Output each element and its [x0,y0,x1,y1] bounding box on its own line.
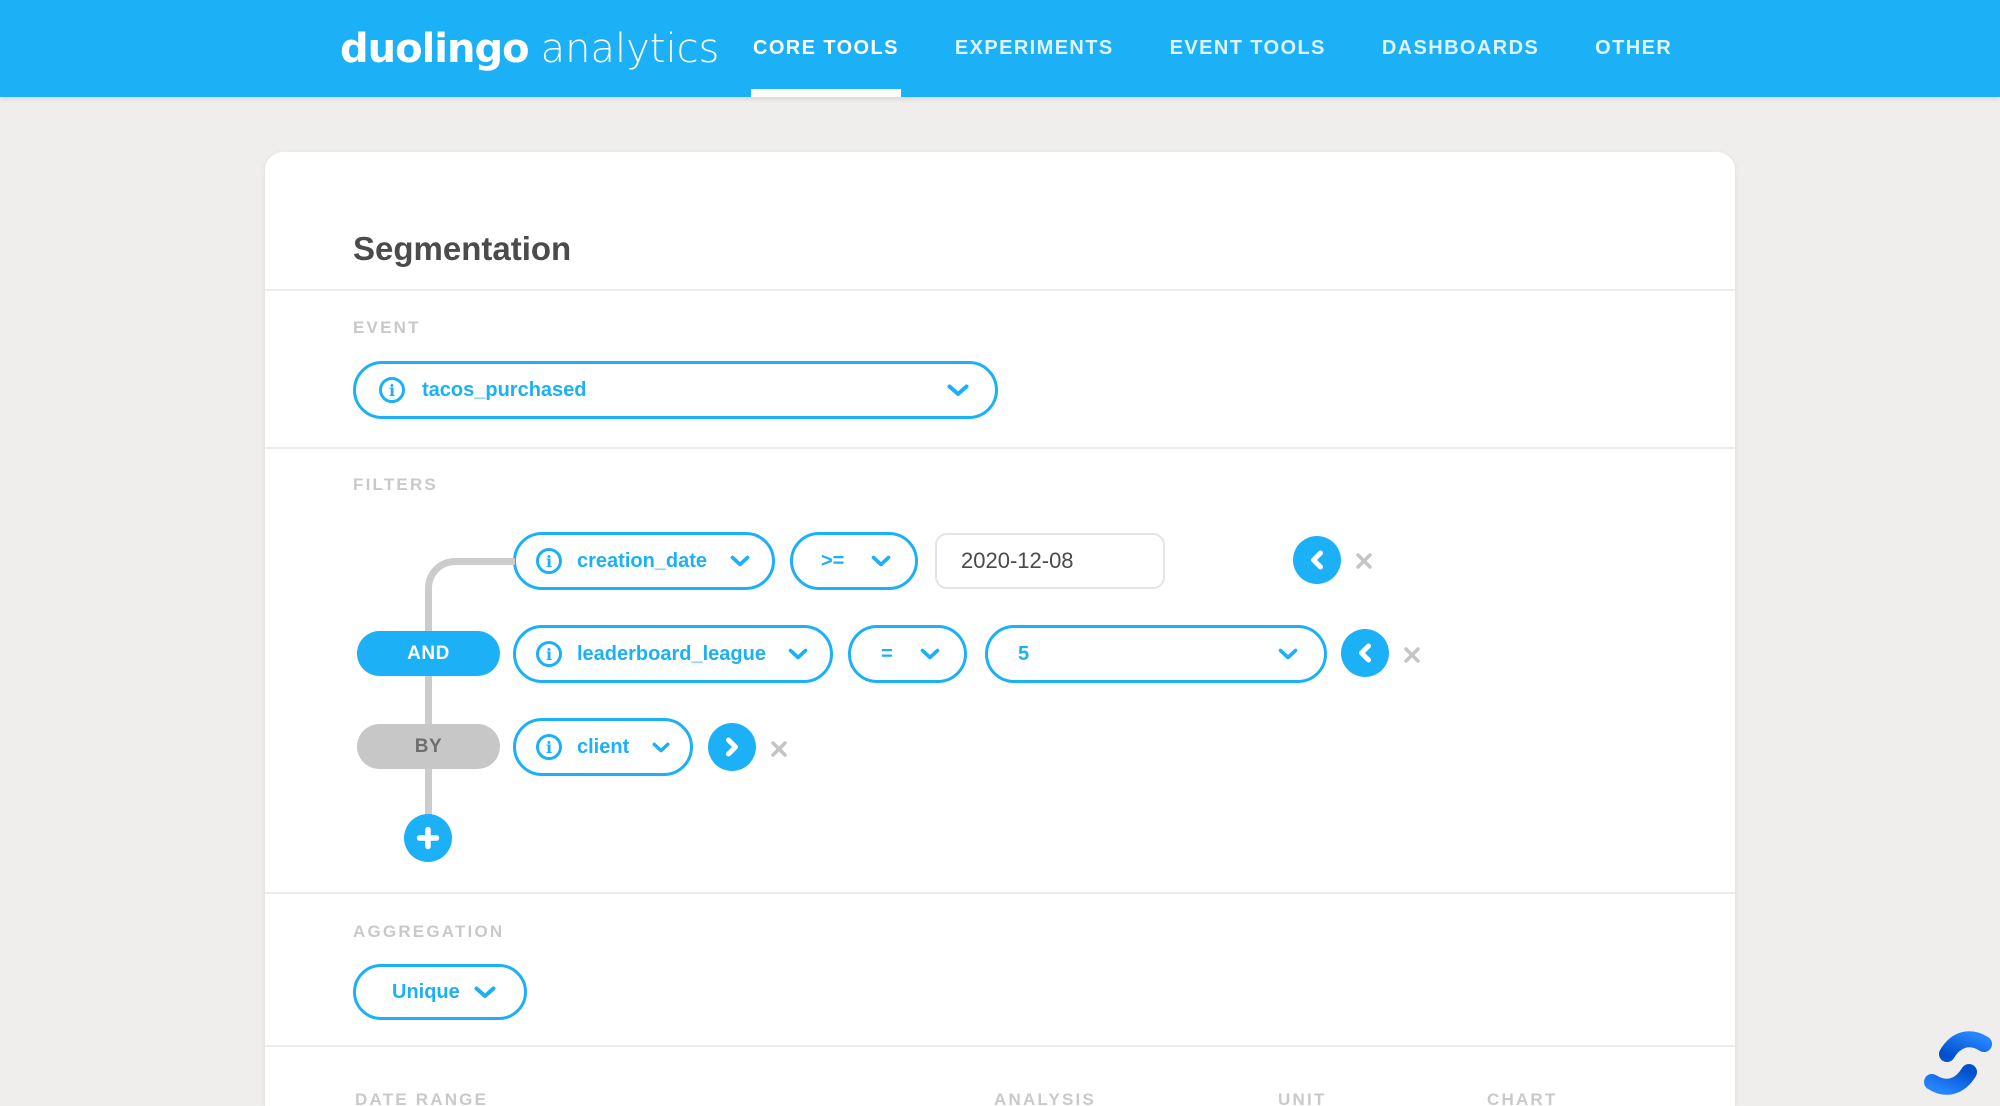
event-section-label: EVENT [353,318,421,338]
remove-filter-button[interactable] [769,739,789,759]
remove-filter-button[interactable] [1354,551,1374,571]
collapse-filter-button[interactable] [1341,629,1389,677]
chevron-left-icon [1355,641,1375,665]
add-filter-button[interactable] [404,814,452,862]
chevron-right-icon [722,735,742,759]
filter-operator-select[interactable]: >= [790,532,918,590]
date-range-section-label: DATE RANGE [355,1090,488,1106]
filter-tree-connector [425,558,515,841]
duolingo-analytics-logo[interactable]: duolingo analytics [340,0,719,97]
nav-other[interactable]: OTHER [1595,0,1672,97]
page-title: Segmentation [353,230,571,268]
filter-date-input[interactable] [935,533,1165,589]
confluence-logo [1922,1030,1994,1102]
divider [265,892,1735,894]
close-icon [1354,551,1374,571]
brand-bold: duolingo [340,26,529,72]
divider [265,1045,1735,1047]
analysis-section-label: ANALYSIS [994,1090,1096,1106]
filter-value-select[interactable]: 5 [985,625,1327,683]
aggregation-select[interactable]: Unique [353,964,527,1020]
segmentation-page: duolingo analytics CORE TOOLS EXPERIMENT… [0,0,2000,1106]
unit-section-label: UNIT [1278,1090,1326,1106]
filter-field-select[interactable]: i leaderboard_league [513,625,833,683]
chevron-left-icon [1307,548,1327,572]
info-icon[interactable]: i [536,734,562,760]
info-icon[interactable]: i [379,377,405,403]
remove-filter-button[interactable] [1402,645,1422,665]
info-icon[interactable]: i [536,548,562,574]
filter-field-select[interactable]: i client [513,718,693,776]
close-icon [1402,645,1422,665]
chevron-down-icon [871,555,891,567]
info-icon[interactable]: i [536,641,562,667]
event-select-value: tacos_purchased [422,379,587,402]
plus-icon [416,826,440,850]
brand-light: analytics [541,26,720,72]
filters-section-label: FILTERS [353,475,438,495]
nav-event-tools[interactable]: EVENT TOOLS [1170,0,1326,97]
expand-filter-button[interactable] [708,723,756,771]
nav-experiments[interactable]: EXPERIMENTS [955,0,1114,97]
filter-connector-and[interactable]: AND [357,631,500,676]
chevron-down-icon [652,742,670,753]
event-select[interactable]: i tacos_purchased [353,361,998,419]
aggregation-section-label: AGGREGATION [353,922,504,942]
chevron-down-icon [474,986,496,999]
chevron-down-icon [1278,648,1298,660]
filter-value: 5 [1018,643,1029,666]
chevron-down-icon [920,648,940,660]
divider [265,447,1735,449]
filter-connector-by[interactable]: BY [357,724,500,769]
nav-dashboards[interactable]: DASHBOARDS [1382,0,1539,97]
close-icon [769,739,789,759]
filter-field-select[interactable]: i creation_date [513,532,775,590]
main-nav: CORE TOOLS EXPERIMENTS EVENT TOOLS DASHB… [753,0,1672,97]
nav-core-tools[interactable]: CORE TOOLS [753,0,899,97]
app-header: duolingo analytics CORE TOOLS EXPERIMENT… [0,0,2000,97]
aggregation-value: Unique [392,981,460,1004]
filter-operator-select[interactable]: = [848,625,967,683]
filter-field-value: client [577,736,629,759]
divider [265,289,1735,291]
filter-operator-value: >= [821,550,844,573]
filter-field-value: creation_date [577,550,707,573]
filter-field-value: leaderboard_league [577,643,766,666]
chevron-down-icon [788,648,808,660]
chevron-down-icon [730,555,750,567]
filter-operator-value: = [881,643,893,666]
collapse-filter-button[interactable] [1293,536,1341,584]
chart-section-label: CHART [1487,1090,1558,1106]
segmentation-card: Segmentation EVENT i tacos_purchased FIL… [265,152,1735,1106]
chevron-down-icon [947,384,969,397]
